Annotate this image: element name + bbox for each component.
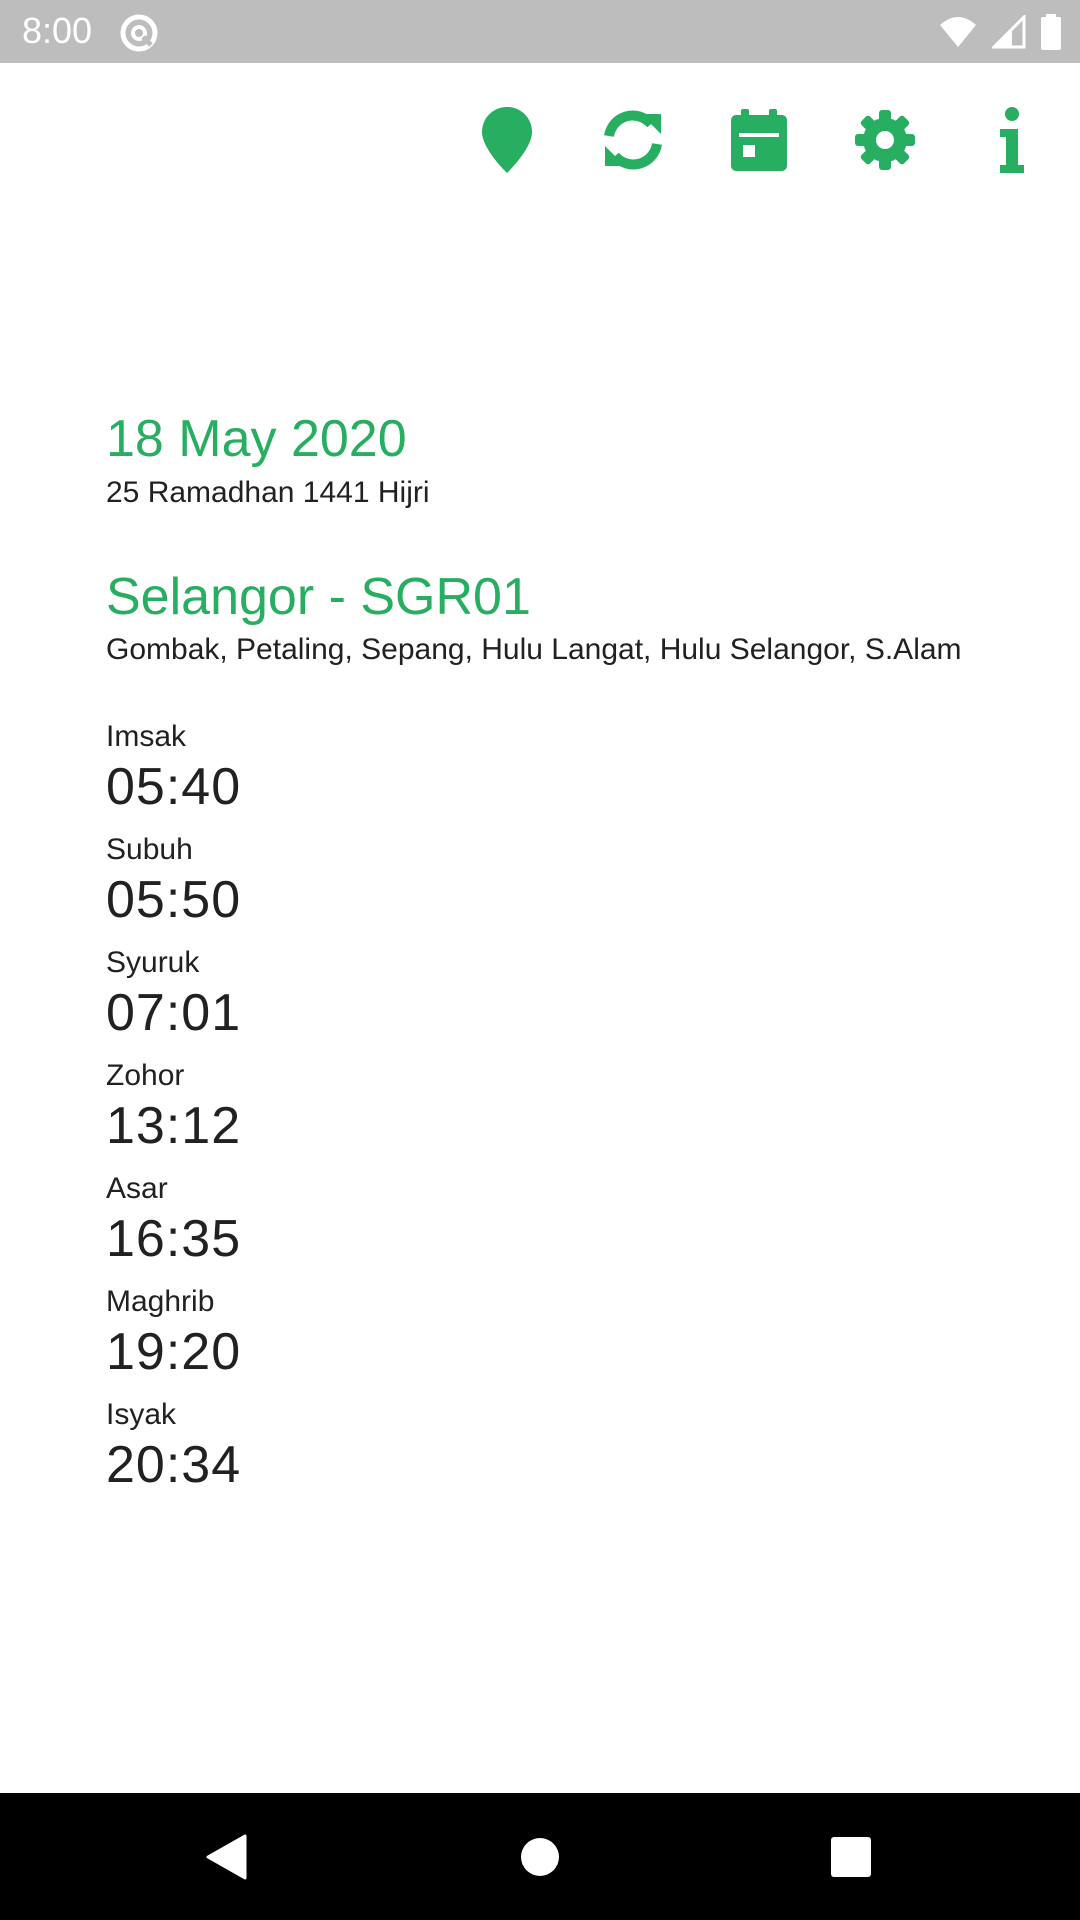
prayer-item-syuruk: Syuruk 07:01: [106, 943, 1006, 1056]
refresh-button[interactable]: [593, 100, 673, 180]
recents-button[interactable]: [791, 1793, 911, 1920]
home-button[interactable]: [480, 1793, 600, 1920]
gregorian-date: 18 May 2020: [106, 410, 407, 468]
prayer-name: Zohor: [106, 1059, 185, 1092]
location-icon: [482, 107, 532, 173]
wifi-icon: [940, 17, 976, 47]
calendar-icon: [731, 109, 787, 171]
prayer-name: Asar: [106, 1172, 168, 1205]
main-content: 18 May 2020 25 Ramadhan 1441 Hijri Selan…: [106, 405, 1006, 1508]
recents-icon: [831, 1836, 871, 1877]
prayer-time: 05:40: [106, 758, 242, 816]
prayer-name: Subuh: [106, 833, 193, 866]
prayer-name: Imsak: [106, 720, 187, 753]
prayer-name: Isyak: [106, 1398, 177, 1431]
prayer-time: 05:50: [106, 871, 242, 929]
zone-areas: Gombak, Petaling, Sepang, Hulu Langat, H…: [106, 633, 962, 666]
prayer-item-zohor: Zohor 13:12: [106, 1056, 1006, 1169]
prayer-item-subuh: Subuh 05:50: [106, 830, 1006, 943]
settings-button[interactable]: [845, 100, 925, 180]
status-time: 8:00: [22, 10, 93, 51]
refresh-icon: [604, 110, 662, 170]
location-button[interactable]: [467, 100, 547, 180]
prayer-item-isyak: Isyak 20:34: [106, 1395, 1006, 1508]
zone-title: Selangor - SGR01: [106, 568, 531, 626]
prayer-time: 07:01: [106, 984, 242, 1042]
calendar-button[interactable]: [719, 100, 799, 180]
prayer-item-imsak: Imsak 05:40: [106, 717, 1006, 830]
prayer-item-maghrib: Maghrib 19:20: [106, 1282, 1006, 1395]
prayer-times-list: Imsak 05:40 Subuh 05:50 Syuruk 07:01 Zoh…: [106, 717, 1006, 1508]
status-icons: [938, 12, 1062, 52]
hijri-date: 25 Ramadhan 1441 Hijri: [106, 476, 430, 509]
status-bar: 8:00: [0, 0, 1080, 63]
info-button[interactable]: [971, 100, 1051, 180]
back-button[interactable]: [166, 1793, 286, 1920]
sync-icon: [120, 14, 158, 52]
prayer-time: 19:20: [106, 1323, 242, 1381]
prayer-name: Maghrib: [106, 1285, 215, 1318]
settings-icon: [855, 110, 915, 170]
prayer-name: Syuruk: [106, 946, 200, 979]
battery-icon: [1041, 14, 1061, 50]
prayer-time: 20:34: [106, 1436, 242, 1494]
signal-icon: [992, 15, 1026, 49]
prayer-item-asar: Asar 16:35: [106, 1169, 1006, 1282]
back-icon: [206, 1834, 247, 1879]
navigation-bar: [0, 1793, 1080, 1920]
prayer-time: 16:35: [106, 1210, 242, 1268]
prayer-time: 13:12: [106, 1097, 242, 1155]
home-icon: [521, 1837, 559, 1876]
info-icon: [1000, 107, 1024, 173]
